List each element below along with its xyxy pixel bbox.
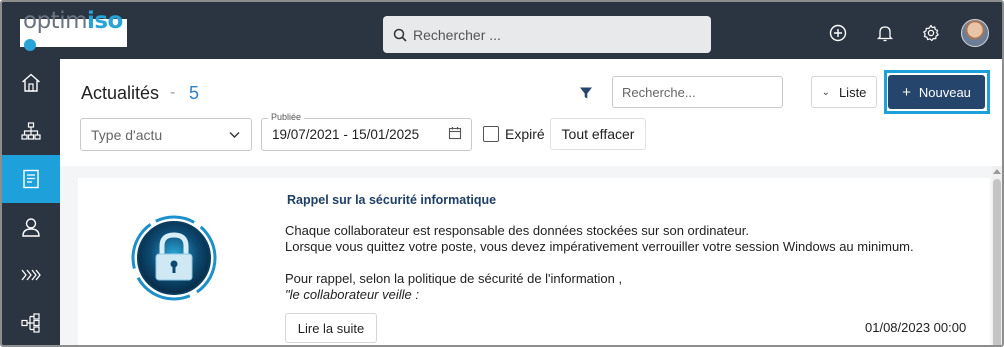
scrollbar-thumb[interactable] <box>993 179 1001 345</box>
news-type-select[interactable]: Type d'actu <box>80 118 252 151</box>
bell-icon[interactable] <box>876 24 894 42</box>
sidebar-item-home[interactable] <box>2 59 60 107</box>
plus-circle-icon[interactable] <box>829 24 847 42</box>
clear-filters-button[interactable]: Tout effacer <box>550 118 646 150</box>
global-search-input[interactable]: Rechercher ... <box>383 16 711 53</box>
news-excerpt-line: "le collaborateur veille : <box>285 287 419 301</box>
news-excerpt-line: Pour rappel, selon la politique de sécur… <box>285 271 623 286</box>
chevron-down-icon <box>229 132 240 138</box>
title-separator: - <box>170 84 176 101</box>
view-mode-label: Liste <box>838 84 867 100</box>
chevron-down-icon: ⌄ <box>821 86 830 98</box>
expired-checkbox[interactable] <box>483 126 499 142</box>
news-type-placeholder: Type d'actu <box>91 126 163 143</box>
sidebar-item-processus[interactable] <box>2 251 60 299</box>
global-search-placeholder: Rechercher ... <box>413 26 501 43</box>
page-title: Actualités <box>81 83 160 103</box>
calendar-icon[interactable] <box>448 126 462 140</box>
hierarchy-icon <box>21 313 40 333</box>
org-chart-icon <box>21 122 41 140</box>
sidebar-item-structure[interactable] <box>2 299 60 345</box>
plus-icon: + <box>902 83 911 101</box>
gear-icon[interactable] <box>922 24 940 42</box>
top-bar: optimiso Rechercher ... <box>2 2 1002 59</box>
logo-text-main: optim <box>23 8 87 34</box>
news-excerpt-line: Lorsque vous quittez votre poste, vous d… <box>285 239 914 254</box>
sidebar-item-organisation[interactable] <box>2 107 60 155</box>
padlock-icon <box>131 215 217 301</box>
view-mode-dropdown[interactable]: ⌄ Liste <box>811 76 877 108</box>
clear-filters-label: Tout effacer <box>561 126 635 142</box>
news-icon <box>23 169 39 189</box>
news-date: 01/08/2023 00:00 <box>865 320 967 335</box>
scroll-up-arrow-icon[interactable] <box>993 169 1001 174</box>
news-title[interactable]: Rappel sur la sécurité informatique <box>287 193 496 207</box>
news-search-placeholder: Recherche... <box>622 84 696 100</box>
sidebar-item-users[interactable] <box>2 203 60 251</box>
new-button-label: Nouveau <box>918 84 971 100</box>
read-more-button[interactable]: Lire la suite <box>285 313 377 343</box>
date-range-value: 19/07/2021 - 15/01/2025 <box>272 127 420 142</box>
expired-label: Expiré <box>505 126 545 142</box>
home-icon <box>22 73 40 92</box>
filter-icon[interactable] <box>579 86 593 100</box>
news-excerpt: Chaque collaborateur est responsable des… <box>285 223 965 301</box>
sidebar <box>2 59 60 345</box>
published-date-range-input[interactable]: 19/07/2021 - 15/01/2025 <box>261 118 472 151</box>
logo-mark-icon <box>24 38 36 51</box>
read-more-label: Lire la suite <box>297 320 365 336</box>
app-window: optimiso Rechercher ... Actualités - 5 R… <box>0 0 1004 347</box>
news-excerpt-line: Chaque collaborateur est responsable des… <box>285 223 749 238</box>
date-range-legend: Publiée <box>268 112 305 122</box>
news-excerpt-line <box>285 255 965 271</box>
news-search-input[interactable]: Recherche... <box>612 76 783 108</box>
new-button[interactable]: + Nouveau <box>888 75 985 109</box>
avatar[interactable] <box>961 19 989 47</box>
logo[interactable]: optimiso <box>20 10 127 51</box>
sidebar-item-actualites[interactable] <box>2 155 60 203</box>
process-chevrons-icon <box>21 269 41 281</box>
search-icon <box>393 28 407 42</box>
user-icon <box>22 218 40 237</box>
news-count: 5 <box>189 83 200 103</box>
logo-text-accent: iso <box>86 8 123 34</box>
